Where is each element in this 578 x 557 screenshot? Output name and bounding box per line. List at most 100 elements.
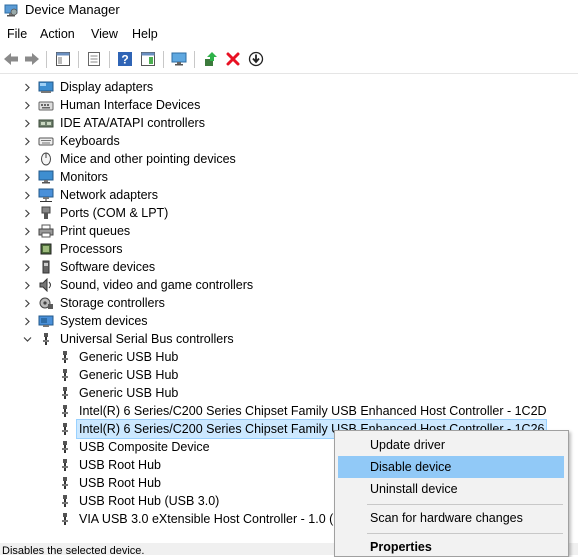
system-device-icon [38,314,54,328]
update-driver-label: Update driver [370,438,446,452]
expand-chevron-icon[interactable] [22,150,32,168]
tree-category-monitors[interactable]: Monitors [0,168,578,186]
usb-icon [38,332,54,346]
tree-category-label: Software devices [60,260,156,274]
status-text: Disables the selected device. [2,545,145,555]
scan-hardware-icon[interactable] [168,48,190,70]
context-menu: Update driver Disable device Uninstall d… [334,430,569,557]
properties-icon[interactable] [83,48,105,70]
show-hide-console-tree-icon[interactable] [52,48,74,70]
display-adapter-icon [38,80,54,94]
usb-device-label: USB Root Hub [79,476,161,490]
expand-chevron-icon[interactable] [22,78,32,96]
update-driver-icon[interactable] [200,48,222,70]
forward-icon[interactable] [21,48,43,70]
tree-category-system-devices[interactable]: System devices [0,312,578,330]
tree-category-print-queues[interactable]: Print queues [0,222,578,240]
tree-category-label: Print queues [60,224,131,238]
usb-device-icon [57,404,73,418]
tree-category-label: Network adapters [60,188,158,202]
expand-chevron-icon[interactable] [22,114,32,132]
tree-category-display-adapters[interactable]: Display adapters [0,78,578,96]
usb-device-icon [57,386,73,400]
tree-category-label: System devices [60,314,148,328]
usb-device-row[interactable]: Generic USB Hub [0,366,578,384]
expand-chevron-icon[interactable] [22,186,32,204]
disable-device-label: Disable device [370,460,452,474]
storage-controller-icon [38,296,54,310]
menu-help[interactable]: Help [132,24,158,44]
expand-chevron-icon[interactable] [22,132,32,150]
usb-device-icon [57,350,73,364]
tree-category-universal-serial-bus-controllers[interactable]: Universal Serial Bus controllers [0,330,578,348]
device-manager-app-icon [4,3,18,17]
update-driver-menu-item[interactable]: Update driver [338,434,564,456]
usb-device-label: USB Composite Device [79,440,210,454]
ide-controller-icon [38,116,54,130]
monitor-icon [38,170,54,184]
scan-hardware-label: Scan for hardware changes [370,511,523,525]
expand-chevron-icon[interactable] [22,294,32,312]
keyboard-icon [38,134,54,148]
disable-device-menu-item[interactable]: Disable device [338,456,564,478]
tree-category-label: Ports (COM & LPT) [60,206,169,220]
usb-device-label: VIA USB 3.0 eXtensible Host Controller -… [79,512,353,526]
disable-device-icon[interactable] [245,48,267,70]
expand-chevron-icon[interactable] [22,258,32,276]
usb-device-row[interactable]: Generic USB Hub [0,384,578,402]
expand-chevron-icon[interactable] [22,240,32,258]
scan-hardware-menu-item[interactable]: Scan for hardware changes [338,507,564,529]
expand-chevron-icon[interactable] [22,312,32,330]
toolbar: ? [0,46,578,74]
tree-category-human-interface-devices[interactable]: Human Interface Devices [0,96,578,114]
network-adapter-icon [38,188,54,202]
tree-category-processors[interactable]: Processors [0,240,578,258]
expand-chevron-icon[interactable] [22,276,32,294]
uninstall-device-menu-item[interactable]: Uninstall device [338,478,564,500]
tree-category-keyboards[interactable]: Keyboards [0,132,578,150]
toolbar-separator [194,51,195,68]
tree-category-sound-video-and-game-controllers[interactable]: Sound, video and game controllers [0,276,578,294]
usb-device-label: Intel(R) 6 Series/C200 Series Chipset Fa… [79,404,547,418]
usb-device-icon [57,440,73,454]
tree-category-label: Display adapters [60,80,154,94]
tree-category-ide-ata-atapi-controllers[interactable]: IDE ATA/ATAPI controllers [0,114,578,132]
menu-view[interactable]: View [91,24,118,44]
expand-chevron-icon[interactable] [22,204,32,222]
toolbar-separator [78,51,79,68]
usb-device-row[interactable]: Intel(R) 6 Series/C200 Series Chipset Fa… [0,402,578,420]
usb-device-icon [57,368,73,382]
usb-device-label: Generic USB Hub [79,350,179,364]
menu-action[interactable]: Action [40,24,75,44]
tree-category-mice-and-other-pointing-devices[interactable]: Mice and other pointing devices [0,150,578,168]
software-device-icon [38,260,54,274]
tree-category-label: Human Interface Devices [60,98,201,112]
toolbar-separator [163,51,164,68]
menu-file[interactable]: File [7,24,27,44]
usb-device-icon [57,422,73,436]
usb-device-row[interactable]: Generic USB Hub [0,348,578,366]
svg-text:?: ? [121,53,128,67]
window-title: Device Manager [25,2,120,17]
expand-chevron-icon[interactable] [22,96,32,114]
tree-category-label: Storage controllers [60,296,165,310]
tree-category-storage-controllers[interactable]: Storage controllers [0,294,578,312]
expand-chevron-icon[interactable] [22,222,32,240]
tree-category-software-devices[interactable]: Software devices [0,258,578,276]
back-icon[interactable] [0,48,22,70]
help-icon[interactable]: ? [114,48,136,70]
toolbar-separator [46,51,47,68]
usb-device-icon [57,494,73,508]
expand-chevron-icon[interactable] [22,168,32,186]
usb-device-label: Generic USB Hub [79,386,179,400]
usb-device-label: USB Root Hub [79,458,161,472]
tree-category-network-adapters[interactable]: Network adapters [0,186,578,204]
action-pane-icon[interactable] [137,48,159,70]
port-icon [38,206,54,220]
properties-menu-item[interactable]: Properties [338,536,564,556]
tree-category-label: IDE ATA/ATAPI controllers [60,116,205,130]
tree-category-ports-com-lpt[interactable]: Ports (COM & LPT) [0,204,578,222]
usb-device-icon [57,458,73,472]
collapse-chevron-icon[interactable] [22,330,32,348]
uninstall-device-icon[interactable] [222,48,244,70]
